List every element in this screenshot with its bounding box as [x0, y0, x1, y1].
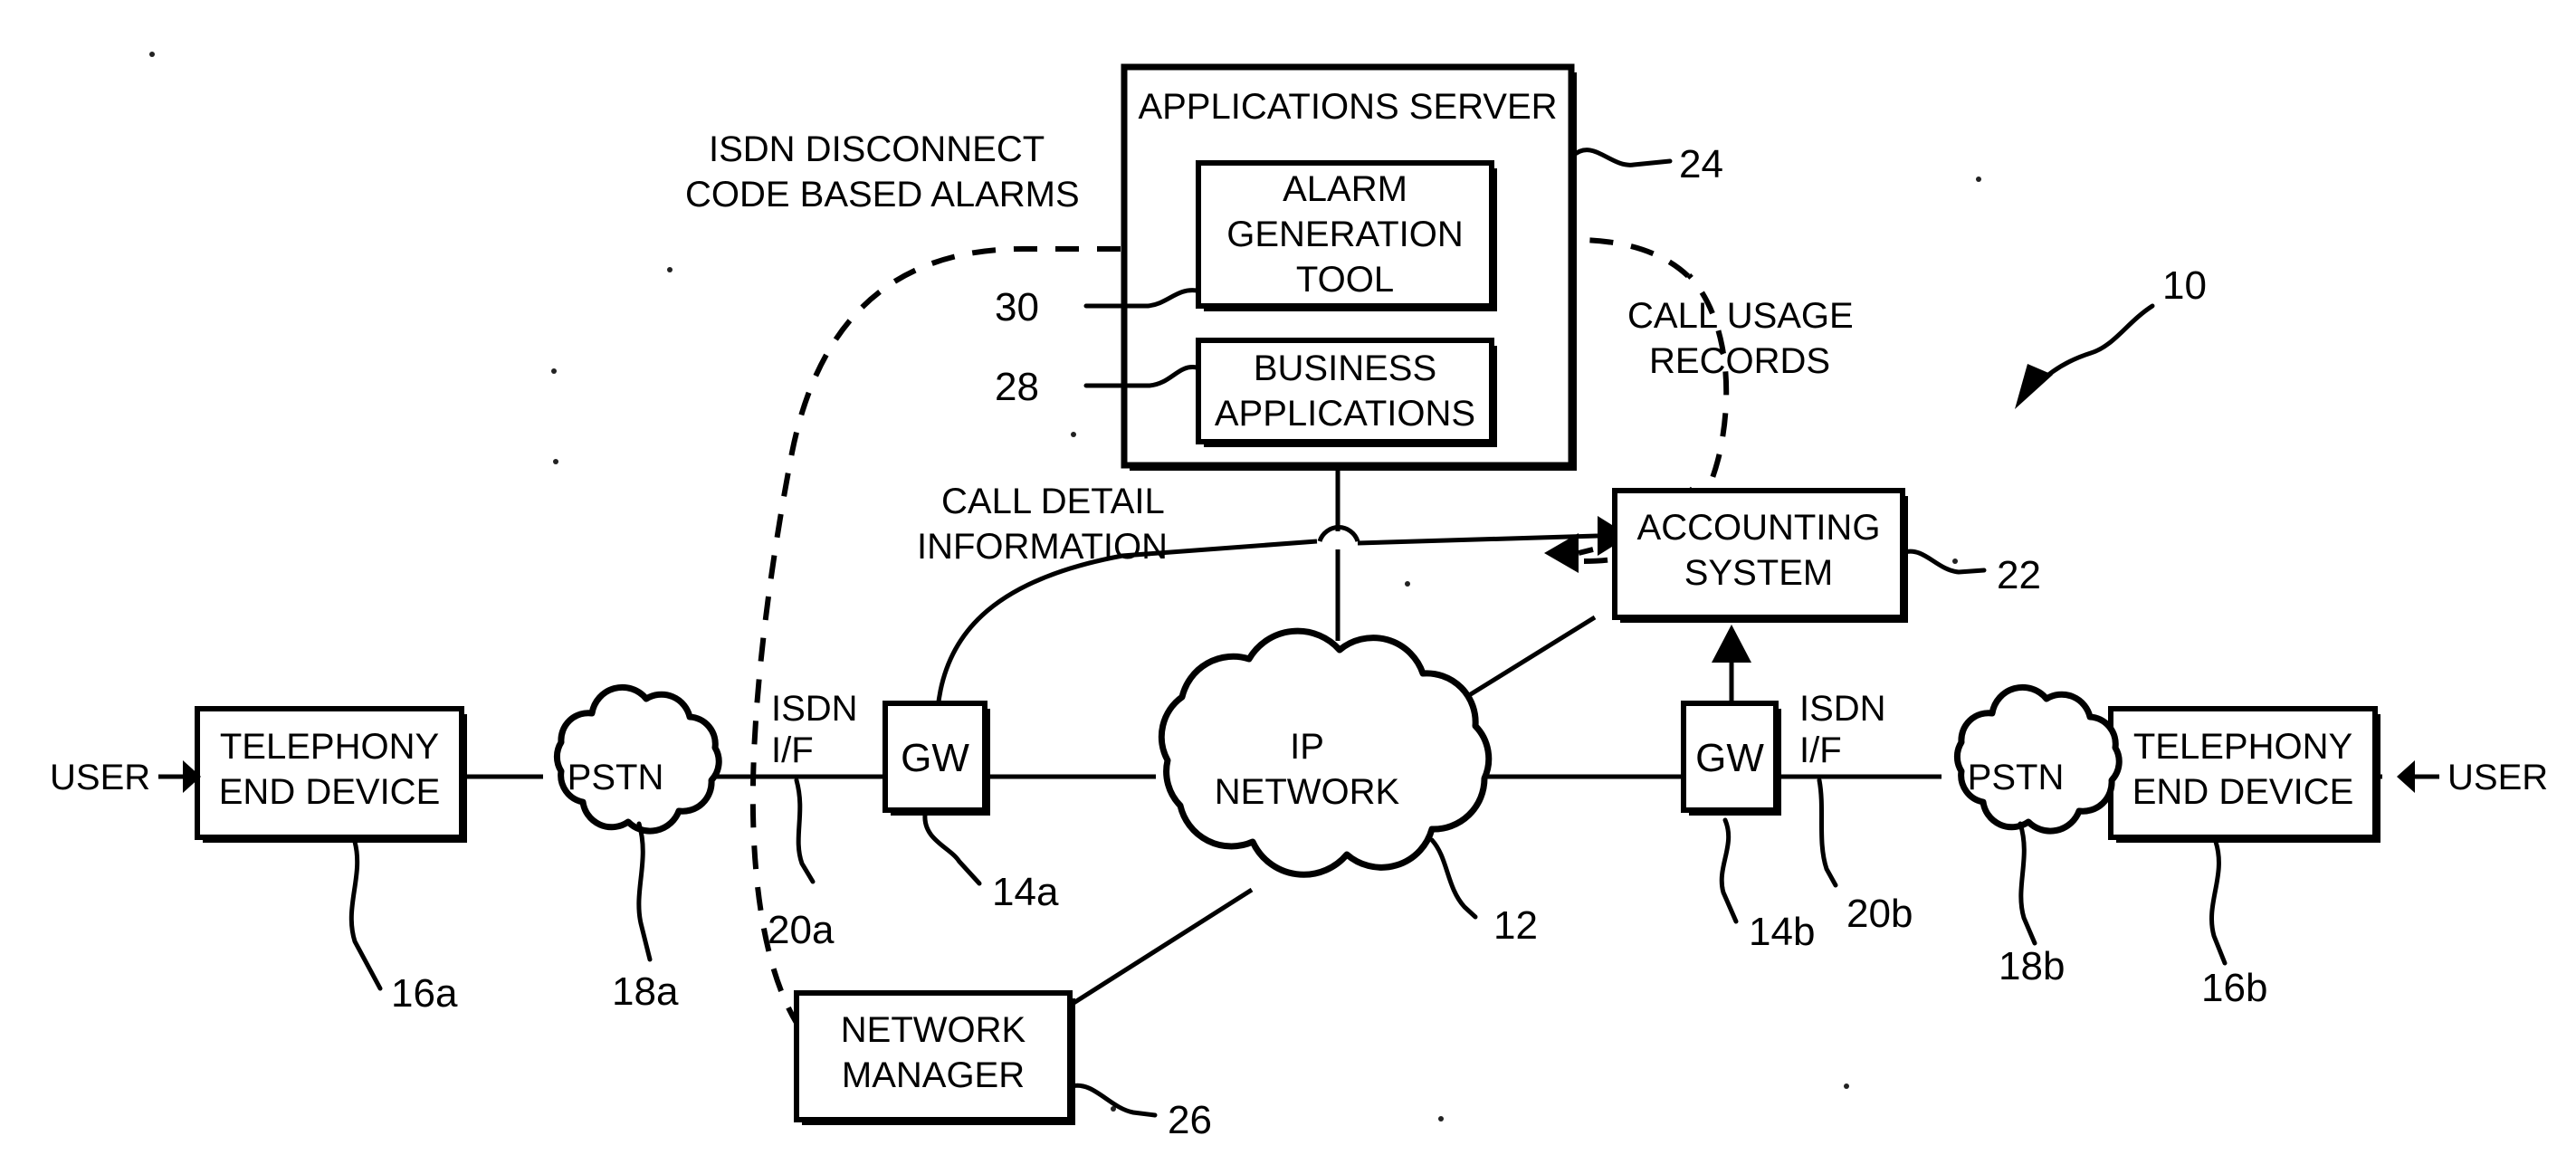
call-usage-records-line1: CALL USAGE [1627, 296, 1854, 336]
isdn-if-b-line1: ISDN [1799, 689, 1886, 729]
pstn-a-cloud[interactable]: PSTN [553, 683, 722, 835]
ref-30-label: 30 [995, 285, 1039, 329]
gateway-a-label: GW [901, 736, 969, 780]
ip-network-line2: NETWORK [1215, 772, 1400, 812]
isdn-if-a-line2: I/F [771, 730, 814, 770]
telephony-end-device-b-line1: TELEPHONY [2133, 727, 2352, 767]
ref-16b-label: 16b [2201, 966, 2267, 1010]
telephony-end-device-a-line2: END DEVICE [219, 772, 441, 812]
call-detail-information-line2: INFORMATION [917, 527, 1168, 567]
ref-10-arrow [2015, 303, 2155, 409]
network-manager-box[interactable]: NETWORK MANAGER [794, 990, 1075, 1125]
business-applications-box[interactable]: BUSINESS APPLICATIONS [1196, 338, 1497, 447]
patent-figure: APPLICATIONS SERVER ALARM GENERATION TOO… [0, 0, 2576, 1174]
ref-22-label: 22 [1997, 553, 2041, 597]
ip-network-line1: IP [1290, 727, 1324, 767]
alarm-generation-tool-line2: GENERATION [1226, 215, 1464, 254]
ref-24-leader [1570, 148, 1673, 167]
accounting-system-line2: SYSTEM [1684, 553, 1833, 593]
pstn-a-label: PSTN [568, 758, 664, 797]
gateway-b-label: GW [1695, 736, 1764, 780]
ref-28-label: 28 [995, 365, 1039, 409]
ref-26-label: 26 [1168, 1098, 1212, 1142]
user-left-label: USER [50, 758, 150, 797]
isdn-if-b-line2: I/F [1799, 730, 1842, 770]
alarm-generation-tool-line1: ALARM [1283, 169, 1407, 209]
isdn-disconnect-alarms-label: ISDN DISCONNECT CODE BASED ALARMS [685, 129, 1080, 215]
ref-12-leader [1429, 837, 1478, 920]
isdn-if-a-label: ISDN I/F [771, 689, 858, 770]
user-right-arrow [2397, 760, 2439, 793]
telephony-end-device-a-line1: TELEPHONY [220, 727, 439, 767]
ref-18b-leader [2018, 821, 2037, 946]
alarm-generation-tool-box[interactable]: ALARM GENERATION TOOL [1196, 160, 1497, 311]
accounting-system-line1: ACCOUNTING [1637, 508, 1881, 548]
isdn-disconnect-alarms-line2: CODE BASED ALARMS [685, 175, 1080, 215]
network-manager-line1: NETWORK [841, 1010, 1026, 1050]
ref-18b-label: 18b [1999, 944, 2065, 988]
call-detail-information-line1: CALL DETAIL [941, 482, 1165, 521]
ref-18a-label: 18a [612, 969, 679, 1014]
ref-20a-label: 20a [768, 908, 835, 952]
isdn-if-b-label: ISDN I/F [1799, 689, 1886, 770]
ref-24-label: 24 [1679, 142, 1723, 186]
telephony-end-device-b-box[interactable]: TELEPHONY END DEVICE [2108, 706, 2380, 843]
ref-20b-leader [1817, 778, 1838, 888]
call-usage-records-line2: RECORDS [1649, 341, 1830, 381]
ref-14a-label: 14a [992, 870, 1059, 914]
alarm-generation-tool-line3: TOOL [1296, 260, 1394, 300]
telephony-end-device-a-box[interactable]: TELEPHONY END DEVICE [195, 706, 467, 843]
ref-16a-label: 16a [391, 971, 458, 1016]
accounting-system-box[interactable]: ACCOUNTING SYSTEM [1612, 488, 1908, 623]
applications-server-label: APPLICATIONS SERVER [1138, 87, 1557, 127]
ref-10-label: 10 [2162, 263, 2207, 308]
user-left-arrow [158, 760, 201, 793]
telephony-end-device-b-line2: END DEVICE [2132, 772, 2354, 812]
isdn-disconnect-alarms-line1: ISDN DISCONNECT [709, 129, 1045, 169]
call-detail-information-label: CALL DETAIL INFORMATION [917, 482, 1168, 567]
call-usage-records-label: CALL USAGE RECORDS [1627, 296, 1854, 381]
ref-12-label: 12 [1493, 903, 1538, 948]
ref-20b-label: 20b [1846, 892, 1913, 936]
ref-16a-leader [348, 839, 383, 991]
business-applications-line1: BUSINESS [1254, 348, 1436, 388]
ref-14a-leader [922, 812, 982, 886]
gateway-a-box[interactable]: GW [883, 701, 990, 816]
ref-14b-label: 14b [1749, 910, 1815, 954]
pstn-b-cloud[interactable]: PSTN [1953, 683, 2123, 835]
ref-20a-leader [794, 778, 816, 884]
pstn-b-label: PSTN [1968, 758, 2065, 797]
ip-network-cloud[interactable]: IP NETWORK [1158, 627, 1493, 878]
ref-18a-leader [636, 821, 653, 962]
user-right-label: USER [2447, 758, 2548, 797]
ref-14b-leader [1719, 817, 1739, 924]
isdn-if-a-line1: ISDN [771, 689, 858, 729]
business-applications-line2: APPLICATIONS [1215, 394, 1475, 434]
gateway-b-box[interactable]: GW [1681, 701, 1781, 816]
ipnetwork-to-networkmanager-link [1059, 887, 1254, 1014]
ref-22-leader [1902, 549, 1987, 575]
ref-16b-leader [2209, 839, 2228, 966]
network-manager-line2: MANAGER [842, 1055, 1025, 1095]
